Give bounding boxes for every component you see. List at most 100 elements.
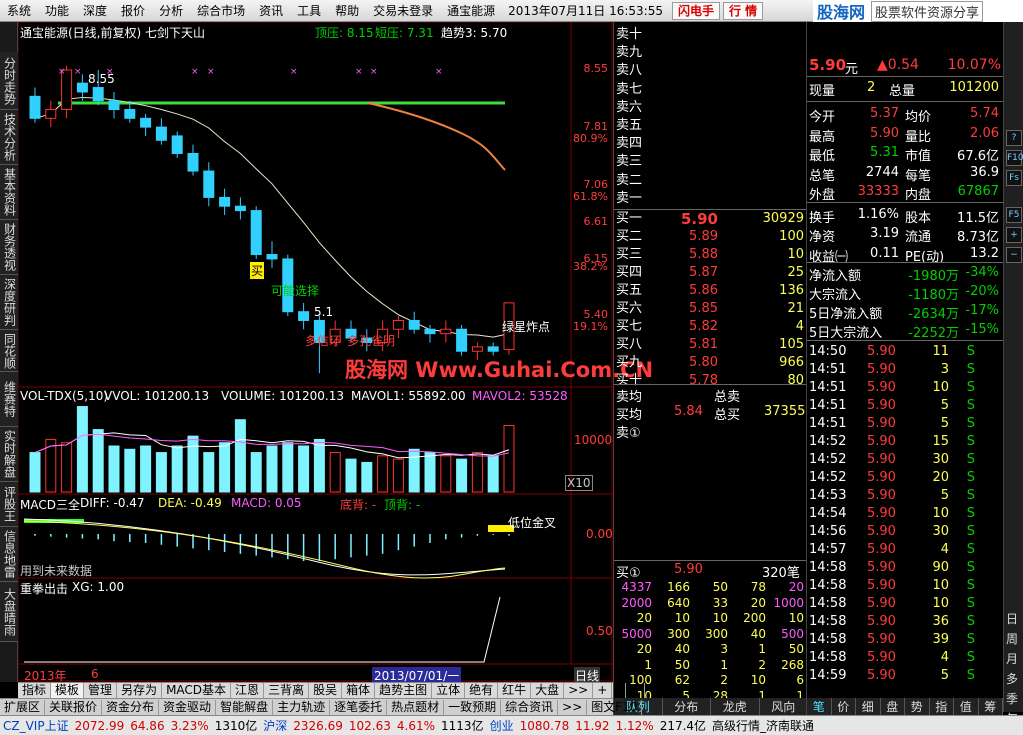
buy-row-7[interactable]: 买七 5.82 4 — [614, 318, 806, 336]
left-tab-6[interactable]: 维赛特 — [0, 372, 18, 427]
formula-tab-0[interactable]: 指标 — [18, 683, 52, 698]
expand-tab-11[interactable]: 图文F10 — [587, 699, 643, 715]
book-tab-3[interactable]: 风向 — [760, 698, 807, 716]
formula-tab-13[interactable]: 大盘 — [531, 683, 565, 698]
expand-tab-10[interactable]: >> — [558, 699, 588, 715]
left-tab-0[interactable]: 分时走势 — [0, 52, 18, 110]
menu-trade-login[interactable]: 交易未登录 — [366, 0, 440, 22]
book-tab-2[interactable]: 龙虎 — [711, 698, 760, 716]
tick-tab-2[interactable]: 细 — [856, 698, 881, 716]
menu-stock-name[interactable]: 通宝能源 — [440, 0, 502, 22]
menu-market[interactable]: 综合市场 — [190, 0, 252, 22]
tick-tab-1[interactable]: 价 — [832, 698, 856, 716]
right-vtab-0[interactable]: 日 — [1006, 610, 1018, 627]
menu-info[interactable]: 资讯 — [252, 0, 290, 22]
formula-tab-12[interactable]: 红牛 — [498, 683, 532, 698]
formula-tab-6[interactable]: 三背离 — [264, 683, 310, 698]
right-tool-icon-3[interactable]: F5 — [1006, 207, 1022, 223]
tick-row[interactable]: 14:56 5.90 30 S — [807, 523, 1003, 541]
tick-row[interactable]: 14:58 5.90 39 S — [807, 631, 1003, 649]
sell-row-6[interactable]: 卖六 — [614, 99, 806, 117]
expand-tab-6[interactable]: 逐笔委托 — [330, 699, 388, 715]
buy-row-10[interactable]: 买十 5.78 80 — [614, 372, 806, 390]
menu-system[interactable]: 系统 — [0, 0, 38, 22]
tick-row[interactable]: 14:58 5.90 4 S — [807, 649, 1003, 667]
formula-tab-1[interactable]: 模板 — [51, 683, 85, 698]
left-tab-5[interactable]: 同花顺 — [0, 330, 18, 372]
tick-tab-3[interactable]: 盘 — [881, 698, 905, 716]
tick-row[interactable]: 14:57 5.90 4 S — [807, 541, 1003, 559]
buy-row-5[interactable]: 买五 5.86 136 — [614, 282, 806, 300]
menu-help[interactable]: 帮助 — [328, 0, 366, 22]
buy-row-8[interactable]: 买八 5.81 105 — [614, 336, 806, 354]
expand-tab-5[interactable]: 主力轨迹 — [273, 699, 331, 715]
tick-tab-6[interactable]: 值 — [954, 698, 979, 716]
left-tab-2[interactable]: 基本资料 — [0, 165, 18, 220]
formula-tab-4[interactable]: MACD基本 — [162, 683, 232, 698]
tick-tab-5[interactable]: 指 — [930, 698, 954, 716]
buy-row-4[interactable]: 买四 5.87 25 — [614, 264, 806, 282]
tick-tab-4[interactable]: 势 — [905, 698, 930, 716]
formula-tab-17[interactable]: + — [626, 683, 645, 698]
tick-row[interactable]: 14:58 5.90 36 S — [807, 613, 1003, 631]
right-tool-icon-5[interactable]: − — [1006, 247, 1022, 263]
buy-row-2[interactable]: 买二 5.89 100 — [614, 228, 806, 246]
right-tool-icon-0[interactable]: ? — [1006, 130, 1022, 146]
tick-row[interactable]: 14:53 5.90 5 S — [807, 487, 1003, 505]
sell-row-8[interactable]: 卖八 — [614, 62, 806, 80]
tick-row[interactable]: 14:58 5.90 90 S — [807, 559, 1003, 577]
left-tab-1[interactable]: 技术分析 — [0, 110, 18, 165]
sell-row-10[interactable]: 卖十 — [614, 26, 806, 44]
left-tab-4[interactable]: 深度研判 — [0, 275, 18, 330]
tick-row[interactable]: 14:51 5.90 3 S — [807, 361, 1003, 379]
formula-tab-14[interactable]: >> — [564, 683, 594, 698]
sell-row-2[interactable]: 卖二 — [614, 172, 806, 190]
expand-tab-2[interactable]: 资金分布 — [102, 699, 160, 715]
formula-tab-2[interactable]: 管理 — [84, 683, 118, 698]
left-tab-9[interactable]: 信息地雷 — [0, 527, 18, 582]
book-tab-1[interactable]: 分布 — [663, 698, 711, 716]
sell-row-3[interactable]: 卖三 — [614, 153, 806, 171]
expand-tab-1[interactable]: 关联报价 — [45, 699, 103, 715]
formula-tab-9[interactable]: 趋势主图 — [375, 683, 433, 698]
right-tool-icon-4[interactable]: + — [1006, 227, 1022, 243]
sell-row-1[interactable]: 卖一 — [614, 190, 806, 208]
sell-row-5[interactable]: 卖五 — [614, 117, 806, 135]
expand-tab-7[interactable]: 热点题材 — [387, 699, 445, 715]
flash-trade-button[interactable]: 闪电手 — [671, 1, 720, 20]
tick-row[interactable]: 14:52 5.90 20 S — [807, 469, 1003, 487]
tick-row[interactable]: 14:51 5.90 5 S — [807, 415, 1003, 433]
formula-tab-16[interactable]: - — [612, 683, 626, 698]
menu-depth[interactable]: 深度 — [76, 0, 114, 22]
formula-tab-11[interactable]: 绝有 — [465, 683, 499, 698]
left-tab-3[interactable]: 财务透视 — [0, 220, 18, 275]
sell-row-9[interactable]: 卖九 — [614, 44, 806, 62]
formula-tab-15[interactable]: + — [593, 683, 613, 698]
formula-tab-10[interactable]: 立体 — [432, 683, 466, 698]
formula-tab-7[interactable]: 股吴 — [309, 683, 343, 698]
menu-analysis[interactable]: 分析 — [152, 0, 190, 22]
tick-tab-0[interactable]: 笔 — [807, 698, 832, 716]
right-tool-icon-1[interactable]: F10 — [1006, 150, 1023, 166]
formula-tab-8[interactable]: 箱体 — [342, 683, 376, 698]
right-vtab-4[interactable]: 季 — [1006, 690, 1018, 707]
menu-tools[interactable]: 工具 — [290, 0, 328, 22]
left-tab-10[interactable]: 大盘晴雨 — [0, 582, 18, 642]
buy-row-1[interactable]: 买一 5.90 30929 — [614, 210, 806, 228]
tick-row[interactable]: 14:52 5.90 30 S — [807, 451, 1003, 469]
buy-row-6[interactable]: 买六 5.85 21 — [614, 300, 806, 318]
right-vtab-2[interactable]: 月 — [1006, 650, 1018, 667]
sell-row-7[interactable]: 卖七 — [614, 81, 806, 99]
tick-row[interactable]: 14:58 5.90 10 S — [807, 595, 1003, 613]
right-vtab-1[interactable]: 周 — [1006, 630, 1018, 647]
left-tab-8[interactable]: 评股王 — [0, 482, 18, 527]
tick-row[interactable]: 14:50 5.90 11 S — [807, 343, 1003, 361]
tick-row[interactable]: 14:52 5.90 15 S — [807, 433, 1003, 451]
left-tab-7[interactable]: 实时解盘 — [0, 427, 18, 482]
menu-quote[interactable]: 报价 — [114, 0, 152, 22]
tick-row[interactable]: 14:59 5.90 5 S — [807, 667, 1003, 685]
formula-tab-5[interactable]: 江恩 — [231, 683, 265, 698]
menu-function[interactable]: 功能 — [38, 0, 76, 22]
buy-row-9[interactable]: 买九 5.80 966 — [614, 354, 806, 372]
expand-tab-3[interactable]: 资金驱动 — [159, 699, 217, 715]
